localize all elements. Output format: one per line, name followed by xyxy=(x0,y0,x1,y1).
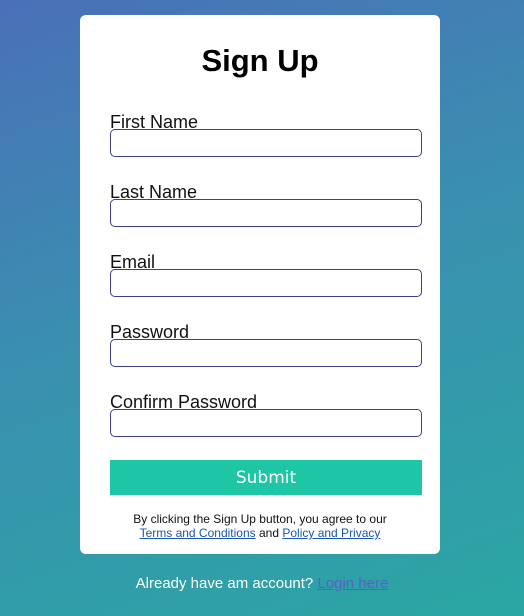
terms-conjunction: and xyxy=(258,526,280,540)
submit-button[interactable]: Submit xyxy=(110,460,422,495)
page-title: Sign Up xyxy=(201,43,319,78)
privacy-link[interactable]: Policy and Privacy xyxy=(282,526,380,540)
confirm-password-input[interactable] xyxy=(110,409,422,437)
login-prompt: Already have am account? Login here xyxy=(0,575,524,592)
signup-card: Sign Up First Name Last Name Email Passw… xyxy=(80,15,440,554)
login-prompt-text: Already have am account? xyxy=(135,575,314,592)
first-name-input[interactable] xyxy=(110,129,422,157)
terms-link[interactable]: Terms and Conditions xyxy=(140,526,256,540)
first-name-group: First Name xyxy=(110,112,422,157)
password-input[interactable] xyxy=(110,339,422,367)
terms-notice: By clicking the Sign Up button, you agre… xyxy=(80,512,440,540)
last-name-input[interactable] xyxy=(110,199,422,227)
terms-prefix: By clicking the Sign Up button, you agre… xyxy=(133,512,387,526)
last-name-group: Last Name xyxy=(110,182,422,227)
password-group: Password xyxy=(110,322,422,367)
email-input[interactable] xyxy=(110,269,422,297)
email-group: Email xyxy=(110,252,422,297)
confirm-password-group: Confirm Password xyxy=(110,392,422,437)
login-link[interactable]: Login here xyxy=(317,575,388,592)
